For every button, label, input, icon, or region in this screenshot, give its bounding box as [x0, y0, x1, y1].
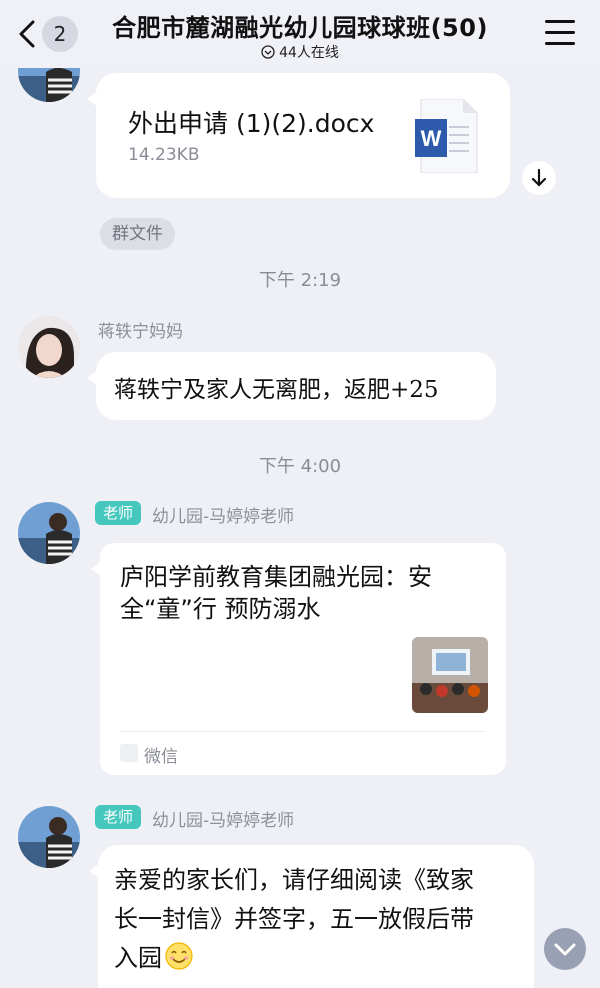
shared-article-card[interactable]: 庐阳学前教育集团融光园：安全“童”行 预防溺水 微信 [91, 543, 506, 775]
sender-name: 幼儿园-马婷婷老师 [152, 811, 295, 831]
avatar[interactable] [18, 502, 80, 564]
article-title: 庐阳学前教育集团融光园：安全“童”行 预防溺水 [120, 563, 432, 623]
download-button[interactable] [522, 161, 556, 195]
teacher-role-badge: 老师 [95, 501, 142, 525]
teacher-role-badge: 老师 [95, 805, 142, 829]
message-line-with-emoji: 入园 [114, 939, 474, 978]
message-text: 蒋轶宁及家人无离肥，返肥+25 [114, 377, 439, 403]
sender-name: 幼儿园-马婷婷老师 [152, 507, 295, 527]
article-source: 微信 [144, 747, 178, 767]
group-file-tag[interactable]: 群文件 [100, 218, 175, 250]
text-message-bubble[interactable]: 亲爱的家长们，请仔细阅读《致家 长一封信》并签字，五一放假后带 入园 [89, 845, 534, 988]
smile-emoji-icon [165, 942, 193, 970]
message-line: 长一封信》并签字，五一放假后带 [114, 905, 474, 933]
file-message-bubble[interactable]: 外出申请 (1)(2).docx 14.23KB W [87, 73, 510, 198]
menu-button[interactable] [545, 20, 575, 46]
group-title: 合肥市麓湖融光幼儿园球球班(50) [112, 14, 488, 42]
online-status: 44人在线 [0, 42, 600, 62]
file-name: 外出申请 (1)(2).docx [128, 109, 375, 138]
download-arrow-icon [531, 168, 547, 187]
message-line: 亲爱的家长们，请仔细阅读《致家 [114, 866, 474, 894]
chat-header: 2 合肥市麓湖融光幼儿园球球班(50) 44人在线 [0, 0, 600, 68]
word-document-icon: W [415, 98, 479, 177]
chevron-circle-icon [261, 45, 275, 59]
timestamp: 下午 2:19 [258, 270, 342, 291]
message-text: 亲爱的家长们，请仔细阅读《致家 长一封信》并签字，五一放假后带 入园 [114, 861, 474, 978]
file-size: 14.23KB [128, 145, 200, 165]
scroll-to-bottom-button[interactable] [544, 928, 586, 970]
text-message-bubble[interactable]: 蒋轶宁及家人无离肥，返肥+25 [87, 352, 496, 420]
divider [120, 731, 486, 732]
chevron-down-icon [554, 943, 576, 956]
svg-text:W: W [421, 126, 442, 151]
online-count: 44人在线 [279, 45, 339, 61]
wechat-icon [120, 744, 138, 762]
avatar[interactable] [18, 806, 80, 868]
article-thumbnail [412, 637, 488, 713]
timestamp: 下午 4:00 [258, 456, 342, 477]
menu-icon [545, 20, 575, 23]
sender-name: 蒋轶宁妈妈 [98, 322, 183, 342]
avatar[interactable] [18, 316, 80, 378]
